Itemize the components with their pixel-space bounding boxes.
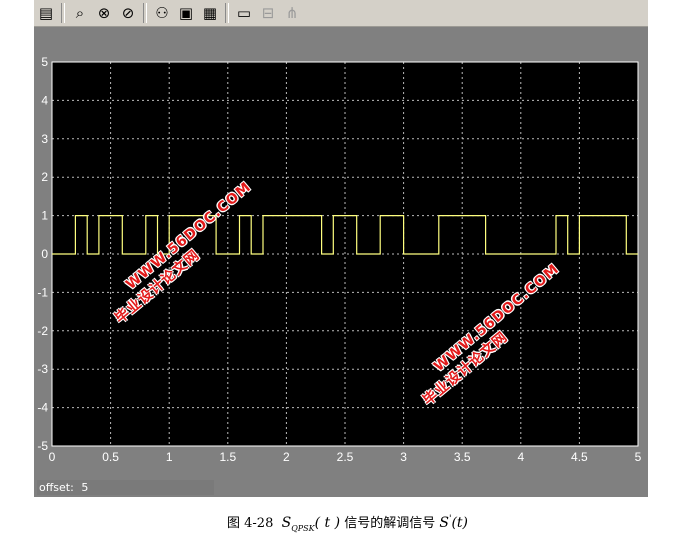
scope-toolbar: ▤ ⌕ ⊗ ⊘ ⚇ ▣ ▦ ▭ ⊟ ⋔	[34, 0, 648, 27]
autoscale-icon[interactable]: ⚇	[151, 2, 173, 24]
save-axes-icon[interactable]: ▣	[175, 2, 197, 24]
caption-text: 信号的解调信号	[344, 516, 436, 531]
x-tick-label: 0	[49, 450, 56, 464]
y-tick-label: -4	[37, 401, 48, 415]
symbol-subscript: QPSK	[291, 523, 315, 533]
symbol-s: S	[281, 515, 292, 531]
offset-label: offset:	[39, 481, 74, 494]
toolbar-separator	[61, 3, 65, 23]
x-tick-label: 4	[517, 450, 524, 464]
scope-plot: 0 0.5 1 1.5 2 2.5 3 3.5 4 4.5 5 5 4 3 2 1 0 -1 -2 -3 -4 -5	[37, 55, 642, 464]
symbol-arg: ( t )	[314, 515, 341, 531]
x-tick-label: 3.5	[454, 450, 471, 464]
y-tick-label: 0	[41, 247, 48, 261]
x-tick-label: 4.5	[571, 450, 588, 464]
x-tick-label: 0.5	[102, 450, 119, 464]
x-tick-label: 2.5	[337, 450, 354, 464]
floating-scope-icon[interactable]: ▭	[233, 2, 255, 24]
x-tick-label: 3	[400, 450, 407, 464]
y-tick-label: 4	[41, 93, 48, 107]
symbol-arg2: (t)	[451, 515, 468, 531]
zoom-y-icon[interactable]: ⊘	[117, 2, 139, 24]
y-tick-label: 3	[41, 132, 48, 146]
symbol-s2: S	[439, 515, 449, 531]
y-tick-label: -3	[37, 362, 48, 376]
x-tick-label: 5	[635, 450, 642, 464]
y-tick-label: 2	[41, 170, 48, 184]
toolbar-separator	[143, 3, 147, 23]
signal-symbol: SQPSK( t )	[281, 515, 341, 533]
y-tick-label: 5	[41, 55, 48, 69]
x-tick-label: 1.5	[219, 450, 236, 464]
offset-value: 5	[81, 481, 89, 494]
y-tick-label: -1	[37, 285, 48, 299]
y-tick-label: -2	[37, 324, 48, 338]
scope-window: 0 0.5 1 1.5 2 2.5 3 3.5 4 4.5 5 5 4 3 2 1 0 -1 -2 -3 -4 -5 of…	[34, 27, 648, 497]
x-tick-label: 2	[283, 450, 290, 464]
zoom-icon[interactable]: ⌕	[69, 2, 91, 24]
restore-axes-icon[interactable]: ▦	[199, 2, 221, 24]
toolbar-separator	[225, 3, 229, 23]
zoom-x-icon[interactable]: ⊗	[93, 2, 115, 24]
lock-axes-icon: ⊟	[261, 4, 275, 22]
parameters-icon[interactable]: ▤	[35, 2, 57, 24]
y-tick-label: -5	[37, 439, 48, 453]
figure-number: 图 4-28	[227, 516, 274, 531]
demod-symbol: S'(t)	[439, 514, 468, 531]
figure-caption: 图 4-28 SQPSK( t ) 信号的解调信号 S'(t)	[0, 512, 695, 533]
x-tick-label: 1	[166, 450, 173, 464]
offset-readout: offset: 5	[37, 480, 214, 495]
signal-selection-icon: ⋔	[285, 4, 299, 22]
y-tick-label: 1	[41, 209, 48, 223]
